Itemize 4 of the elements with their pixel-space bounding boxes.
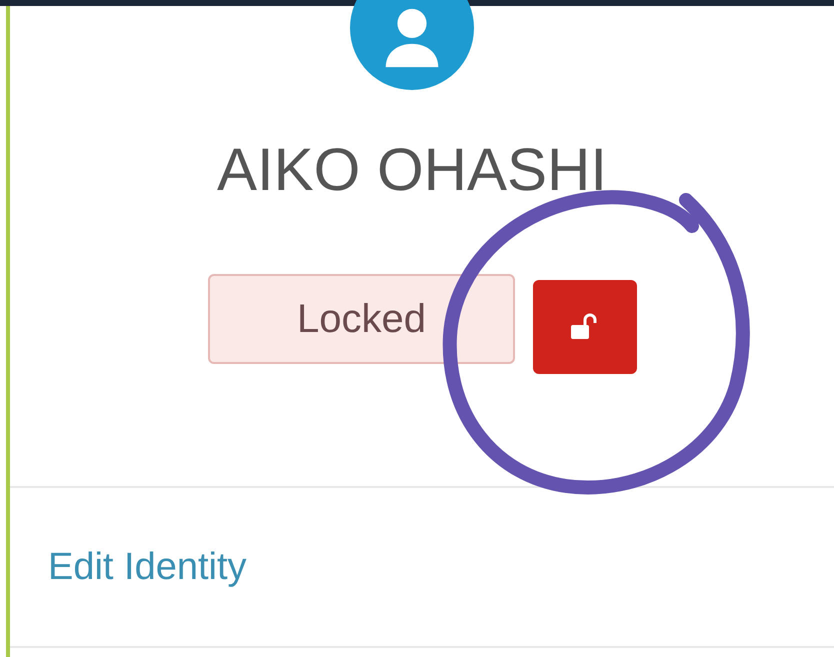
- edit-identity-link[interactable]: Edit Identity: [48, 538, 247, 596]
- status-button[interactable]: Locked: [208, 274, 515, 364]
- user-name: AIKO OHASHI: [216, 140, 608, 200]
- unlock-button[interactable]: [533, 280, 637, 374]
